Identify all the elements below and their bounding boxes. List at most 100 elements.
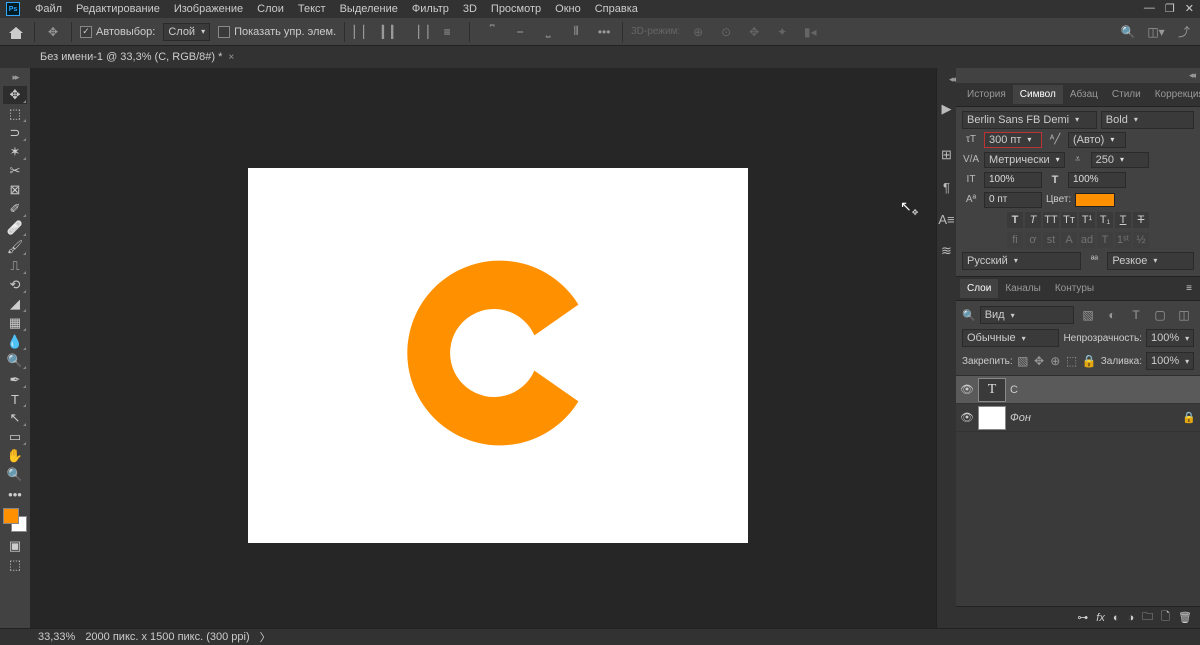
align-left-icon[interactable]: ▏▏ <box>353 22 373 42</box>
autoselect-checkbox[interactable]: ✓ Автовыбор: <box>80 26 155 38</box>
shape-tool[interactable]: ▭ <box>3 428 27 446</box>
3d-move-icon[interactable]: ✥ <box>744 22 764 42</box>
baseline-field[interactable]: 0 пт <box>984 192 1042 208</box>
layer-fx-icon[interactable]: fx <box>1096 612 1105 624</box>
tab-styles[interactable]: Стили <box>1105 85 1148 104</box>
font-family-dropdown[interactable]: Berlin Sans FB Demi <box>962 111 1097 129</box>
menu-window[interactable]: Окно <box>548 1 588 17</box>
minimize-icon[interactable]: — <box>1144 2 1155 15</box>
crop-tool[interactable]: ✂ <box>3 162 27 180</box>
allcaps-button[interactable]: TT <box>1043 212 1059 228</box>
edit-toolbar-icon[interactable]: ••• <box>3 485 27 503</box>
artboard[interactable] <box>248 168 748 543</box>
smallcaps-button[interactable]: Tᴛ <box>1061 212 1077 228</box>
marquee-tool[interactable]: ⬚ <box>3 105 27 123</box>
maximize-icon[interactable]: ❐ <box>1165 2 1175 15</box>
link-layers-icon[interactable]: ⊶ <box>1077 611 1088 624</box>
search-icon[interactable]: 🔍 <box>1118 22 1138 42</box>
document-dimensions[interactable]: 2000 пикс. x 1500 пикс. (300 ppi) <box>85 631 249 643</box>
align-top-icon[interactable]: ⎴ <box>482 22 502 42</box>
menu-3d[interactable]: 3D <box>456 1 484 17</box>
menu-layers[interactable]: Слои <box>250 1 291 17</box>
align-bottom-icon[interactable]: ⎵ <box>538 22 558 42</box>
menu-select[interactable]: Выделение <box>333 1 405 17</box>
pen-tool[interactable]: ✒ <box>3 371 27 389</box>
filter-adjust-icon[interactable]: ◐ <box>1102 305 1122 325</box>
titling-button[interactable]: T <box>1097 232 1113 248</box>
autoselect-target-dropdown[interactable]: Слой <box>163 23 210 41</box>
lock-fill-icon[interactable]: ⬚ <box>1065 351 1077 371</box>
ligatures-button[interactable]: fi <box>1007 232 1023 248</box>
strikethrough-button[interactable]: T <box>1133 212 1149 228</box>
char-styles-icon[interactable]: A≡ <box>939 211 955 227</box>
text-layer-c[interactable] <box>398 238 618 468</box>
layer-thumbnail[interactable] <box>978 406 1006 430</box>
close-icon[interactable]: ✕ <box>1185 2 1194 15</box>
filter-type-icon[interactable]: T <box>1126 305 1146 325</box>
toolbar-expand-icon[interactable]: ▸▸ <box>12 72 17 83</box>
vscale-field[interactable]: 100% <box>984 172 1042 188</box>
show-controls-checkbox[interactable]: Показать упр. элем. <box>218 26 336 38</box>
distribute-v-icon[interactable]: ⫴ <box>566 22 586 42</box>
dodge-tool[interactable]: 🔍 <box>3 352 27 370</box>
menu-help[interactable]: Справка <box>588 1 645 17</box>
collapse-panels-icon[interactable]: ◂◂ <box>1183 68 1200 83</box>
visibility-toggle[interactable]: 👁 <box>960 411 974 424</box>
panel-menu-icon[interactable]: ≡ <box>1182 283 1196 294</box>
menu-image[interactable]: Изображение <box>167 1 250 17</box>
tab-paths[interactable]: Контуры <box>1048 279 1101 298</box>
lasso-tool[interactable]: ⊃ <box>3 124 27 142</box>
lock-pixels-icon[interactable]: ▧ <box>1017 351 1029 371</box>
new-layer-icon[interactable]: 🗋 <box>1161 608 1170 627</box>
ordinals-button[interactable]: 1ˢᵗ <box>1115 232 1131 248</box>
fill-field[interactable]: 100% <box>1146 352 1194 370</box>
3d-scale-icon[interactable]: ✦ <box>772 22 792 42</box>
healing-tool[interactable]: 🩹 <box>3 219 27 237</box>
align-right-icon[interactable]: ▕▕ <box>409 22 429 42</box>
move-tool-icon[interactable]: ✥ <box>43 22 63 42</box>
menu-file[interactable]: Файл <box>28 1 69 17</box>
quickmask-tool[interactable]: ▣ <box>3 537 27 555</box>
lock-all-icon[interactable]: 🔒 <box>1082 351 1097 371</box>
lock-artboard-icon[interactable]: ⊕ <box>1049 351 1061 371</box>
adjustments-icon[interactable]: ≋ <box>939 243 955 259</box>
antialias-dropdown[interactable]: Резкое <box>1107 252 1194 270</box>
zoom-tool[interactable]: 🔍 <box>3 466 27 484</box>
filter-shape-icon[interactable]: ▢ <box>1150 305 1170 325</box>
underline-button[interactable]: T <box>1115 212 1131 228</box>
document-tab[interactable]: Без имени-1 @ 33,3% (C, RGB/8#) * × <box>30 48 244 66</box>
filter-smart-icon[interactable]: ◫ <box>1174 305 1194 325</box>
3d-pan-icon[interactable]: ⊙ <box>716 22 736 42</box>
color-swatches[interactable] <box>3 508 27 532</box>
tab-history[interactable]: История <box>960 85 1013 104</box>
kerning-field[interactable]: Метрически <box>984 152 1065 168</box>
layer-name[interactable]: Фон <box>1010 412 1031 424</box>
layer-item-text[interactable]: 👁 T C <box>956 376 1200 404</box>
adjustment-layer-icon[interactable]: ◑ <box>1128 612 1135 624</box>
stamp-tool[interactable]: ⎍ <box>3 257 27 275</box>
layer-filter-dropdown[interactable]: Вид <box>980 306 1074 324</box>
status-expand-icon[interactable]: 〉 <box>260 629 271 645</box>
hand-tool[interactable]: ✋ <box>3 447 27 465</box>
superscript-button[interactable]: T¹ <box>1079 212 1095 228</box>
new-group-icon[interactable]: 🗀 <box>1142 608 1153 627</box>
home-button[interactable] <box>6 22 26 42</box>
visibility-toggle[interactable]: 👁 <box>960 383 974 396</box>
paragraph-styles-icon[interactable]: ¶ <box>939 179 955 195</box>
layer-name[interactable]: C <box>1010 384 1018 396</box>
zoom-level[interactable]: 33,33% <box>38 631 75 643</box>
discretionary-button[interactable]: st <box>1043 232 1059 248</box>
tab-character[interactable]: Символ <box>1013 85 1063 104</box>
3d-camera-icon[interactable]: ▮◂ <box>800 22 820 42</box>
share-icon[interactable]: ⤴ <box>1174 22 1194 42</box>
eyedropper-tool[interactable]: ✐ <box>3 200 27 218</box>
expand-strip-icon[interactable]: ◂◂ <box>949 74 954 85</box>
move-tool[interactable]: ✥ <box>3 86 27 104</box>
stylistic-button[interactable]: ad <box>1079 232 1095 248</box>
path-select-tool[interactable]: ↖ <box>3 409 27 427</box>
menu-view[interactable]: Просмотр <box>484 1 548 17</box>
frame-tool[interactable]: ⊠ <box>3 181 27 199</box>
hscale-field[interactable]: 100% <box>1068 172 1126 188</box>
fractions-button[interactable]: ½ <box>1133 232 1149 248</box>
subscript-button[interactable]: T₁ <box>1097 212 1113 228</box>
